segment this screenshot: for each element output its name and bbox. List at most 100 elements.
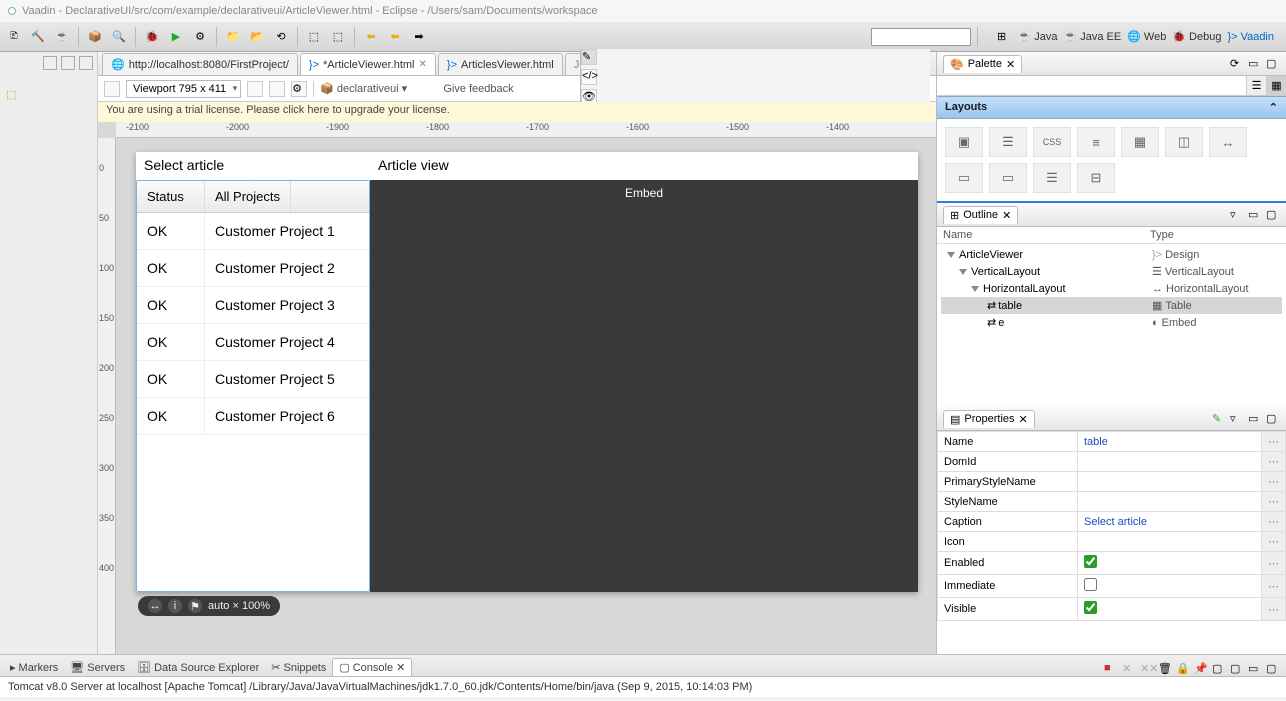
prop-value[interactable] xyxy=(1078,492,1262,512)
table-row[interactable]: OKCustomer Project 2 xyxy=(137,250,369,287)
layout-css-icon[interactable]: CSS xyxy=(1033,127,1071,157)
perspective-debug[interactable]: 🐞Debug xyxy=(1172,30,1221,43)
menu-icon[interactable]: ▿ xyxy=(1230,208,1244,222)
toolbar-btn[interactable]: ☕ xyxy=(52,27,72,47)
toolbar-btn[interactable]: ⟲ xyxy=(271,27,291,47)
tool-icon[interactable] xyxy=(247,81,263,97)
minimize-icon[interactable]: ▭ xyxy=(1248,412,1262,426)
layout-hsplit-icon[interactable]: ◫ xyxy=(1165,127,1203,157)
prop-value[interactable] xyxy=(1078,575,1262,598)
toolbar-btn[interactable]: 🗈 xyxy=(4,27,24,47)
minimize-icon[interactable]: ▭ xyxy=(1248,208,1262,222)
prop-value[interactable] xyxy=(1078,552,1262,575)
table-row[interactable]: OKCustomer Project 6 xyxy=(137,398,369,435)
perspective-vaadin[interactable]: }>Vaadin xyxy=(1227,31,1274,43)
prop-more-icon[interactable]: ⋯ xyxy=(1262,472,1286,492)
tree-item[interactable]: ⇄e◐Embed xyxy=(941,314,1282,331)
tree-item[interactable]: ArticleViewer}>Design xyxy=(941,246,1282,263)
table-row[interactable]: OKCustomer Project 4 xyxy=(137,324,369,361)
folder-icon[interactable]: 📂 xyxy=(247,27,267,47)
editor-tab[interactable]: }>*ArticleViewer.html✕ xyxy=(300,53,436,75)
zoom-indicator[interactable]: ↔ i ⚑ auto × 100% xyxy=(138,596,280,616)
prop-value[interactable]: Select article xyxy=(1078,512,1262,532)
remove-icon[interactable]: ✕ xyxy=(1122,662,1136,676)
prop-more-icon[interactable]: ⋯ xyxy=(1262,598,1286,621)
prop-more-icon[interactable]: ⋯ xyxy=(1262,492,1286,512)
article-table[interactable]: Status All Projects OKCustomer Project 1… xyxy=(136,180,370,592)
scroll-lock-icon[interactable]: 🔒 xyxy=(1176,662,1190,676)
restore-icon[interactable] xyxy=(43,56,57,70)
prop-more-icon[interactable]: ⋯ xyxy=(1262,575,1286,598)
prop-more-icon[interactable]: ⋯ xyxy=(1262,552,1286,575)
col-header[interactable]: Name xyxy=(943,229,1150,241)
outline-tab[interactable]: ⊞ Outline ✕ xyxy=(943,206,1018,224)
prop-value[interactable] xyxy=(1078,598,1262,621)
close-icon[interactable]: ✕ xyxy=(419,59,427,70)
maximize-icon[interactable]: ▢ xyxy=(1266,208,1280,222)
palette-filter-input[interactable] xyxy=(937,76,1246,95)
tree-item[interactable]: ⇄table▦Table xyxy=(941,297,1282,314)
col-header[interactable]: Status xyxy=(137,181,205,212)
handle-icon[interactable]: ↔ xyxy=(148,599,162,613)
fwd-icon[interactable]: ⬅ xyxy=(385,27,405,47)
layout-vertical-icon[interactable]: ☰ xyxy=(1033,163,1071,193)
markers-tab[interactable]: ▸Markers xyxy=(4,659,64,676)
minimize-icon[interactable] xyxy=(79,56,93,70)
minimize-icon[interactable]: ▭ xyxy=(1248,57,1262,71)
editor-tab[interactable]: 🌐http://localhost:8080/FirstProject/ xyxy=(102,53,298,75)
console-tab[interactable]: ▢Console ✕ xyxy=(332,658,412,676)
maximize-icon[interactable]: ▢ xyxy=(1266,57,1280,71)
license-warning[interactable]: You are using a trial license. Please cl… xyxy=(98,102,936,122)
prop-value[interactable]: table xyxy=(1078,432,1262,452)
prop-more-icon[interactable]: ⋯ xyxy=(1262,532,1286,552)
remove-all-icon[interactable]: ✕✕ xyxy=(1140,662,1154,676)
perspective-web[interactable]: 🌐Web xyxy=(1127,30,1166,43)
info-icon[interactable]: i xyxy=(168,599,182,613)
layout-grid-icon[interactable]: ▦ xyxy=(1121,127,1159,157)
perspective-javaee[interactable]: ☕Java EE xyxy=(1064,30,1122,43)
layout-form-icon[interactable]: ≡ xyxy=(1077,127,1115,157)
layout-vsplit-icon[interactable]: ⊟ xyxy=(1077,163,1115,193)
pin-icon[interactable]: 📌 xyxy=(1194,662,1208,676)
tool-icon[interactable] xyxy=(269,81,285,97)
back-icon[interactable]: ⬅ xyxy=(361,27,381,47)
display-icon[interactable]: ▢ xyxy=(1212,662,1226,676)
viewport-select[interactable]: Viewport 795 x 411 xyxy=(126,80,241,98)
layout-absolute-icon[interactable]: ▣ xyxy=(945,127,983,157)
palette-category[interactable]: Layouts⌃ xyxy=(937,96,1286,119)
menu-icon[interactable]: ▿ xyxy=(1230,412,1244,426)
code-mode-icon[interactable]: </> xyxy=(581,69,597,85)
explorer-icon[interactable]: ⬚ xyxy=(6,88,16,101)
minimize-icon[interactable]: ▭ xyxy=(1248,662,1262,676)
open-perspective-icon[interactable]: ⊞ xyxy=(992,27,1012,47)
tree-item[interactable]: HorizontalLayout↔HorizontalLayout xyxy=(941,280,1282,297)
prop-more-icon[interactable]: ⋯ xyxy=(1262,512,1286,532)
layout-horizontal-icon[interactable]: ↔ xyxy=(1209,127,1247,157)
layout-panel-icon[interactable]: ▭ xyxy=(945,163,983,193)
new-icon[interactable]: ✎ xyxy=(1212,412,1226,426)
maximize-icon[interactable]: ▢ xyxy=(1266,662,1280,676)
palette-tab[interactable]: 🎨 Palette ✕ xyxy=(943,55,1022,73)
table-row[interactable]: OKCustomer Project 3 xyxy=(137,287,369,324)
grid-view-icon[interactable]: ▦ xyxy=(1266,76,1286,95)
device-icon[interactable] xyxy=(104,81,120,97)
design-frame[interactable]: Select article Article view Status All P… xyxy=(136,152,918,592)
perspective-java[interactable]: ☕Java xyxy=(1018,30,1058,43)
toolbar-btn[interactable]: 📦 xyxy=(85,27,105,47)
data-source-tab[interactable]: 🗄Data Source Explorer xyxy=(131,659,265,676)
maximize-icon[interactable]: ▢ xyxy=(1266,412,1280,426)
toolbar-btn[interactable]: ⬚ xyxy=(304,27,324,47)
list-view-icon[interactable]: ☰ xyxy=(1246,76,1266,95)
run-icon[interactable]: ▶ xyxy=(166,27,186,47)
toolbar-btn[interactable]: 🔨 xyxy=(28,27,48,47)
debug-icon[interactable]: 🐞 xyxy=(142,27,162,47)
quick-search[interactable] xyxy=(871,28,971,46)
tree-item[interactable]: VerticalLayout☰VerticalLayout xyxy=(941,263,1282,280)
edit-mode-icon[interactable]: ✎ xyxy=(581,49,597,65)
refresh-icon[interactable]: ⟳ xyxy=(1230,57,1244,71)
toolbar-btn[interactable]: 🔍 xyxy=(109,27,129,47)
fwd-icon[interactable]: ➡ xyxy=(409,27,429,47)
snippets-tab[interactable]: ✂Snippets xyxy=(265,659,332,676)
prop-value[interactable] xyxy=(1078,472,1262,492)
layout-tabsheet-icon[interactable]: ▭ xyxy=(989,163,1027,193)
